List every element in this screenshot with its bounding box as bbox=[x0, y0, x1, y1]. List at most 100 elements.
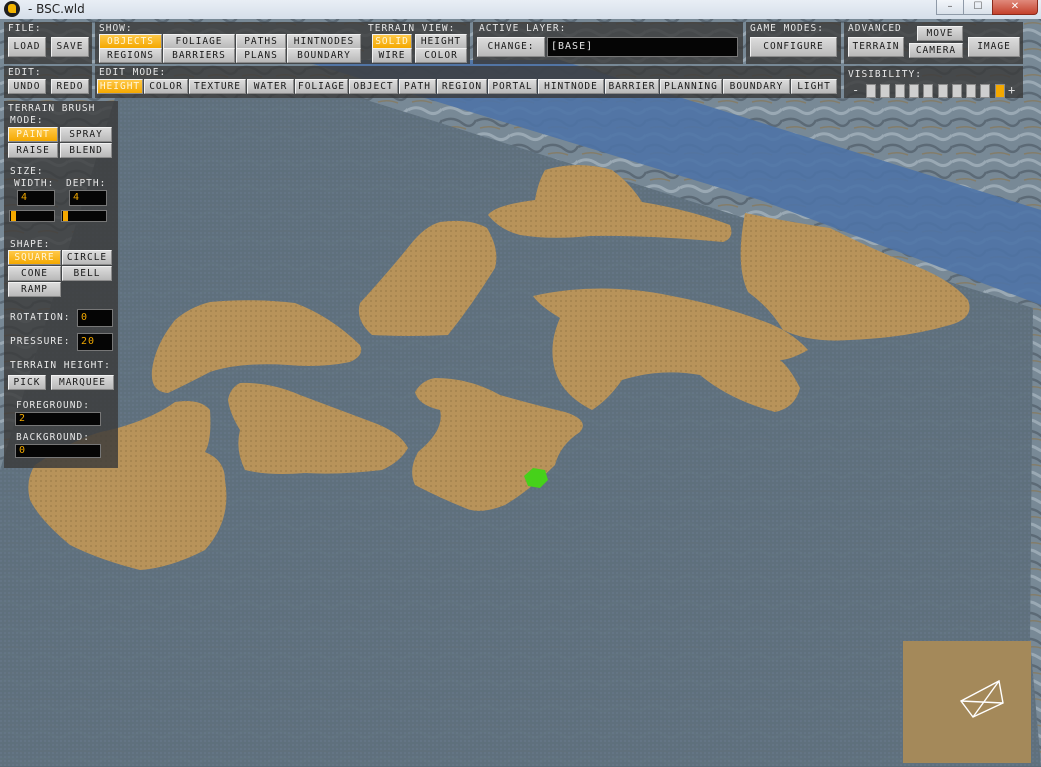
undo-button[interactable]: UNDO bbox=[8, 79, 46, 94]
brush-paint-button[interactable]: PAINT bbox=[8, 127, 58, 142]
terrain-height-label: TERRAIN HEIGHT: bbox=[10, 360, 111, 371]
show-panel: SHOW: OBJECTS FOLIAGE PATHS HINTNODES RE… bbox=[95, 22, 470, 64]
app-logo-icon bbox=[4, 1, 20, 17]
advanced-panel: ADVANCED MOVE TERRAIN CAMERA IMAGE bbox=[844, 22, 1023, 64]
visibility-label: VISIBILITY: bbox=[848, 69, 922, 80]
mode-boundary-button[interactable]: BOUNDARY bbox=[723, 79, 790, 94]
background-label: BACKGROUND: bbox=[16, 432, 90, 443]
terrain-brush-panel: TERRAIN BRUSH MODE: PAINT SPRAY RAISE BL… bbox=[4, 101, 118, 468]
visibility-step[interactable] bbox=[908, 84, 919, 98]
minimize-button[interactable]: – bbox=[936, 0, 964, 15]
close-button[interactable]: ✕ bbox=[992, 0, 1038, 15]
active-layer-field[interactable]: [BASE] bbox=[547, 37, 738, 57]
brush-spray-button[interactable]: SPRAY bbox=[60, 127, 112, 142]
edit-panel: EDIT: UNDO REDO bbox=[4, 66, 92, 98]
visibility-increase-button[interactable]: + bbox=[1008, 83, 1016, 97]
foreground-label: FOREGROUND: bbox=[16, 400, 90, 411]
foreground-field[interactable]: 2 bbox=[15, 412, 101, 426]
visibility-step[interactable] bbox=[966, 84, 977, 98]
width-slider[interactable] bbox=[9, 210, 55, 222]
marquee-button[interactable]: MARQUEE bbox=[51, 375, 114, 390]
size-label: SIZE: bbox=[10, 166, 44, 177]
move-button[interactable]: MOVE bbox=[917, 26, 963, 41]
window-title: - BSC.wld bbox=[28, 2, 85, 16]
mode-portal-button[interactable]: PORTAL bbox=[488, 79, 537, 94]
shape-square-button[interactable]: SQUARE bbox=[8, 250, 61, 265]
mode-height-button[interactable]: HEIGHT bbox=[97, 79, 143, 94]
shape-circle-button[interactable]: CIRCLE bbox=[62, 250, 112, 265]
width-label: WIDTH: bbox=[14, 178, 55, 189]
terrain-view-label: TERRAIN VIEW: bbox=[368, 23, 456, 34]
terrain-height-button[interactable]: HEIGHT bbox=[415, 34, 467, 49]
mode-color-button[interactable]: COLOR bbox=[144, 79, 188, 94]
depth-slider[interactable] bbox=[61, 210, 107, 222]
width-slider-thumb[interactable] bbox=[11, 211, 16, 221]
mode-barrier-button[interactable]: BARRIER bbox=[605, 79, 659, 94]
mode-path-button[interactable]: PATH bbox=[399, 79, 436, 94]
depth-slider-thumb[interactable] bbox=[63, 211, 68, 221]
pressure-field[interactable]: 20 bbox=[77, 333, 113, 351]
show-boundary-button[interactable]: BOUNDARY bbox=[287, 48, 361, 63]
change-layer-button[interactable]: CHANGE: bbox=[477, 37, 545, 57]
shape-ramp-button[interactable]: RAMP bbox=[8, 282, 61, 297]
mode-label: MODE: bbox=[10, 115, 44, 126]
camera-button[interactable]: CAMERA bbox=[909, 43, 963, 58]
background-field[interactable]: 0 bbox=[15, 444, 101, 458]
mode-texture-button[interactable]: TEXTURE bbox=[189, 79, 246, 94]
visibility-decrease-button[interactable]: - bbox=[852, 83, 860, 97]
advanced-label: ADVANCED bbox=[848, 23, 902, 34]
advanced-terrain-button[interactable]: TERRAIN bbox=[848, 37, 904, 57]
width-field[interactable]: 4 bbox=[17, 190, 55, 206]
mode-foliage-button[interactable]: FOLIAGE bbox=[295, 79, 348, 94]
load-button[interactable]: LOAD bbox=[8, 37, 46, 57]
terrain-color-button[interactable]: COLOR bbox=[415, 48, 467, 63]
visibility-step[interactable] bbox=[994, 84, 1005, 98]
rotation-label: ROTATION: bbox=[10, 312, 71, 323]
terrain-wire-button[interactable]: WIRE bbox=[372, 48, 412, 63]
rotation-field[interactable]: 0 bbox=[77, 309, 113, 327]
mode-water-button[interactable]: WATER bbox=[247, 79, 294, 94]
shape-cone-button[interactable]: CONE bbox=[8, 266, 61, 281]
active-layer-label: ACTIVE LAYER: bbox=[479, 23, 567, 34]
mode-planning-button[interactable]: PLANNING bbox=[660, 79, 722, 94]
pressure-label: PRESSURE: bbox=[10, 336, 71, 347]
visibility-step[interactable] bbox=[951, 84, 962, 98]
terrain-viewport[interactable] bbox=[0, 19, 1041, 766]
visibility-step[interactable] bbox=[923, 84, 934, 98]
terrain-brush-title: TERRAIN BRUSH bbox=[8, 103, 96, 114]
file-label: FILE: bbox=[8, 23, 42, 34]
maximize-button[interactable]: ☐ bbox=[963, 0, 993, 15]
camera-frustum-icon bbox=[959, 679, 1004, 718]
show-foliage-button[interactable]: FOLIAGE bbox=[163, 34, 235, 49]
image-button[interactable]: IMAGE bbox=[968, 37, 1020, 57]
brush-raise-button[interactable]: RAISE bbox=[8, 143, 58, 158]
pick-button[interactable]: PICK bbox=[8, 375, 46, 390]
show-objects-button[interactable]: OBJECTS bbox=[99, 34, 162, 49]
visibility-step[interactable] bbox=[880, 84, 891, 98]
configure-button[interactable]: CONFIGURE bbox=[750, 37, 837, 57]
visibility-step[interactable] bbox=[980, 84, 991, 98]
visibility-step[interactable] bbox=[866, 84, 876, 98]
show-paths-button[interactable]: PATHS bbox=[236, 34, 286, 49]
show-plans-button[interactable]: PLANS bbox=[236, 48, 286, 63]
save-button[interactable]: SAVE bbox=[51, 37, 89, 57]
show-barriers-button[interactable]: BARRIERS bbox=[163, 48, 235, 63]
terrain-solid-button[interactable]: SOLID bbox=[372, 34, 412, 49]
show-hintnodes-button[interactable]: HINTNODES bbox=[287, 34, 361, 49]
redo-button[interactable]: REDO bbox=[51, 79, 89, 94]
minimap[interactable] bbox=[903, 641, 1031, 763]
visibility-step[interactable] bbox=[937, 84, 948, 98]
visibility-step[interactable] bbox=[894, 84, 905, 98]
mode-light-button[interactable]: LIGHT bbox=[791, 79, 837, 94]
file-panel: FILE: LOAD SAVE bbox=[4, 22, 92, 64]
show-regions-button[interactable]: REGIONS bbox=[99, 48, 162, 63]
window-title-bar: - BSC.wld – ☐ ✕ bbox=[0, 0, 1041, 20]
edit-label: EDIT: bbox=[8, 67, 42, 78]
depth-field[interactable]: 4 bbox=[69, 190, 107, 206]
shape-bell-button[interactable]: BELL bbox=[62, 266, 112, 281]
mode-object-button[interactable]: OBJECT bbox=[349, 79, 398, 94]
mode-region-button[interactable]: REGION bbox=[437, 79, 487, 94]
mode-hintnode-button[interactable]: HINTNODE bbox=[538, 79, 604, 94]
game-modes-panel: GAME MODES: CONFIGURE bbox=[746, 22, 841, 64]
brush-blend-button[interactable]: BLEND bbox=[60, 143, 112, 158]
